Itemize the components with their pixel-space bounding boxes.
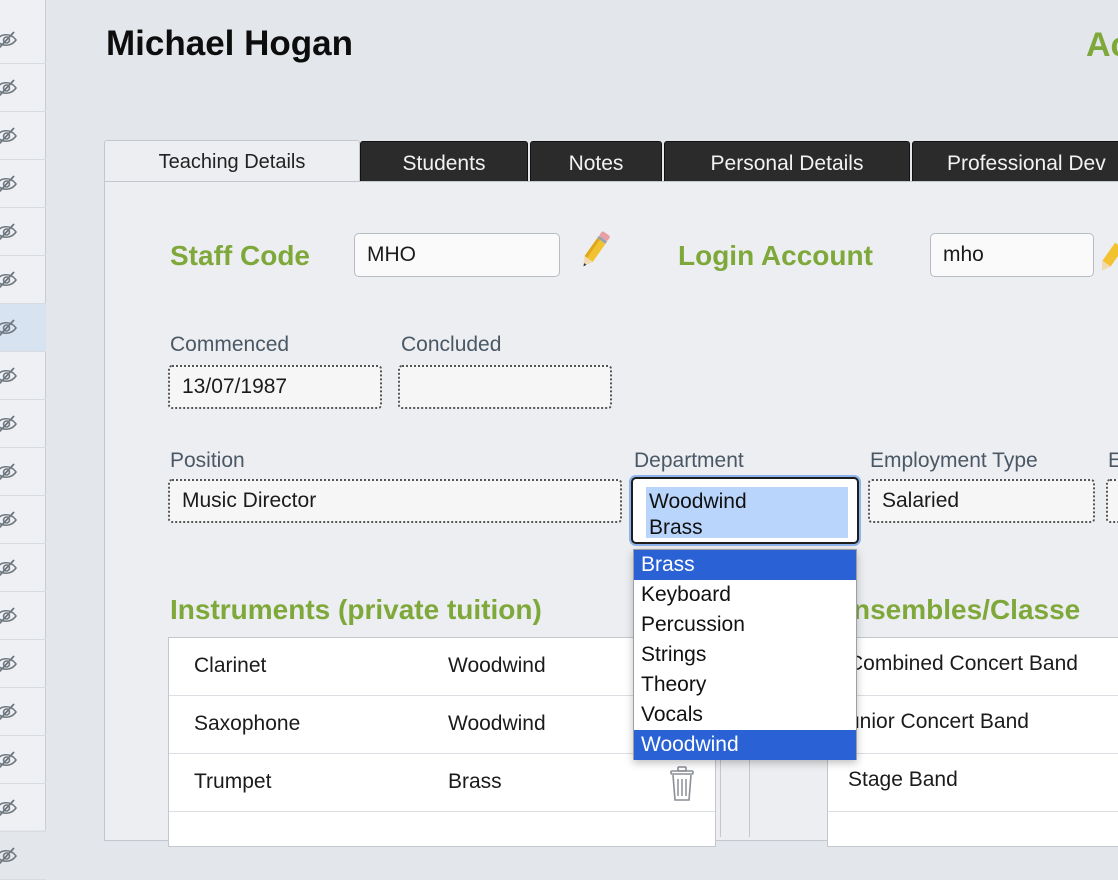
table-row[interactable]: Trumpet Brass [169, 754, 715, 812]
instrument-department: Brass [448, 770, 502, 793]
concluded-field[interactable] [398, 365, 612, 409]
dropdown-option-vocals[interactable]: Vocals [634, 700, 856, 730]
tab-notes[interactable]: Notes [530, 141, 662, 182]
dropdown-option-woodwind[interactable]: Woodwind [634, 730, 856, 760]
gutter-row[interactable] [0, 256, 46, 304]
gutter-row[interactable] [0, 496, 46, 544]
ensemble-name: unior Concert Band [848, 710, 1029, 733]
position-label: Position [170, 449, 245, 472]
gutter-row[interactable] [0, 304, 46, 352]
ensemble-name: Stage Band [848, 768, 958, 791]
gutter-row[interactable] [0, 592, 46, 640]
gutter-row[interactable] [0, 16, 46, 64]
page-title: Michael Hogan [106, 24, 353, 63]
gutter-row[interactable] [0, 784, 46, 832]
ensembles-heading: nsembles/Classe [853, 594, 1081, 625]
department-selected-value: Woodwind [649, 490, 747, 513]
gutter-row[interactable] [0, 544, 46, 592]
concluded-label: Concluded [401, 333, 502, 356]
dropdown-option-strings[interactable]: Strings [634, 640, 856, 670]
login-account-label: Login Account [678, 240, 873, 271]
dropdown-option-theory[interactable]: Theory [634, 670, 856, 700]
employment-type-label: Employment Type [870, 449, 1038, 472]
instrument-name: Trumpet [194, 770, 272, 793]
department-dropdown-list: Brass Keyboard Percussion Strings Theory… [633, 549, 857, 760]
employment-type-field[interactable]: Salaried [868, 479, 1095, 523]
gutter-row[interactable] [0, 352, 46, 400]
gutter-row[interactable] [0, 112, 46, 160]
next-field[interactable] [1106, 479, 1118, 523]
next-field-label: E [1108, 449, 1118, 472]
dropdown-option-keyboard[interactable]: Keyboard [634, 580, 856, 610]
position-field[interactable]: Music Director [168, 479, 622, 523]
staff-code-label: Staff Code [170, 240, 310, 271]
gutter-row[interactable] [0, 640, 46, 688]
staff-code-field[interactable]: MHO [354, 233, 560, 277]
left-list-gutter [0, 0, 46, 880]
gutter-row[interactable] [0, 64, 46, 112]
login-account-field[interactable]: mho [930, 233, 1094, 277]
department-selected-value: Brass [649, 516, 703, 539]
tab-teaching-details[interactable]: Teaching Details [104, 140, 360, 183]
tab-personal-details[interactable]: Personal Details [664, 141, 910, 182]
department-label: Department [634, 449, 744, 472]
trash-icon[interactable] [667, 765, 697, 809]
instrument-name: Clarinet [194, 654, 267, 677]
page-title-right: Ac [1086, 26, 1118, 64]
instrument-name: Saxophone [194, 712, 301, 735]
gutter-row[interactable] [0, 208, 46, 256]
gutter-row[interactable] [0, 832, 46, 880]
commenced-field[interactable]: 13/07/1987 [168, 365, 382, 409]
pencil-icon[interactable] [576, 228, 614, 277]
pencil-icon[interactable] [1101, 232, 1118, 281]
gutter-row[interactable] [0, 688, 46, 736]
department-multiselect[interactable]: Woodwind Brass [631, 477, 859, 544]
gutter-row[interactable] [0, 736, 46, 784]
commenced-label: Commenced [170, 333, 290, 356]
dropdown-option-brass[interactable]: Brass [634, 550, 856, 580]
gutter-row[interactable] [0, 160, 46, 208]
instruments-heading: Instruments (private tuition) [170, 594, 542, 625]
table-row[interactable]: Stage Band [828, 754, 1118, 812]
ensembles-table: Combined Concert Band unior Concert Band… [827, 637, 1118, 847]
table-row[interactable]: unior Concert Band [828, 696, 1118, 754]
instrument-department: Woodwind [448, 712, 546, 735]
dropdown-option-percussion[interactable]: Percussion [634, 610, 856, 640]
tab-professional-development[interactable]: Professional Dev [912, 141, 1118, 182]
table-row[interactable]: Combined Concert Band [828, 638, 1118, 696]
tab-students[interactable]: Students [360, 141, 528, 182]
instrument-department: Woodwind [448, 654, 546, 677]
gutter-row[interactable] [0, 448, 46, 496]
gutter-row[interactable] [0, 400, 46, 448]
ensemble-name: Combined Concert Band [848, 652, 1078, 675]
